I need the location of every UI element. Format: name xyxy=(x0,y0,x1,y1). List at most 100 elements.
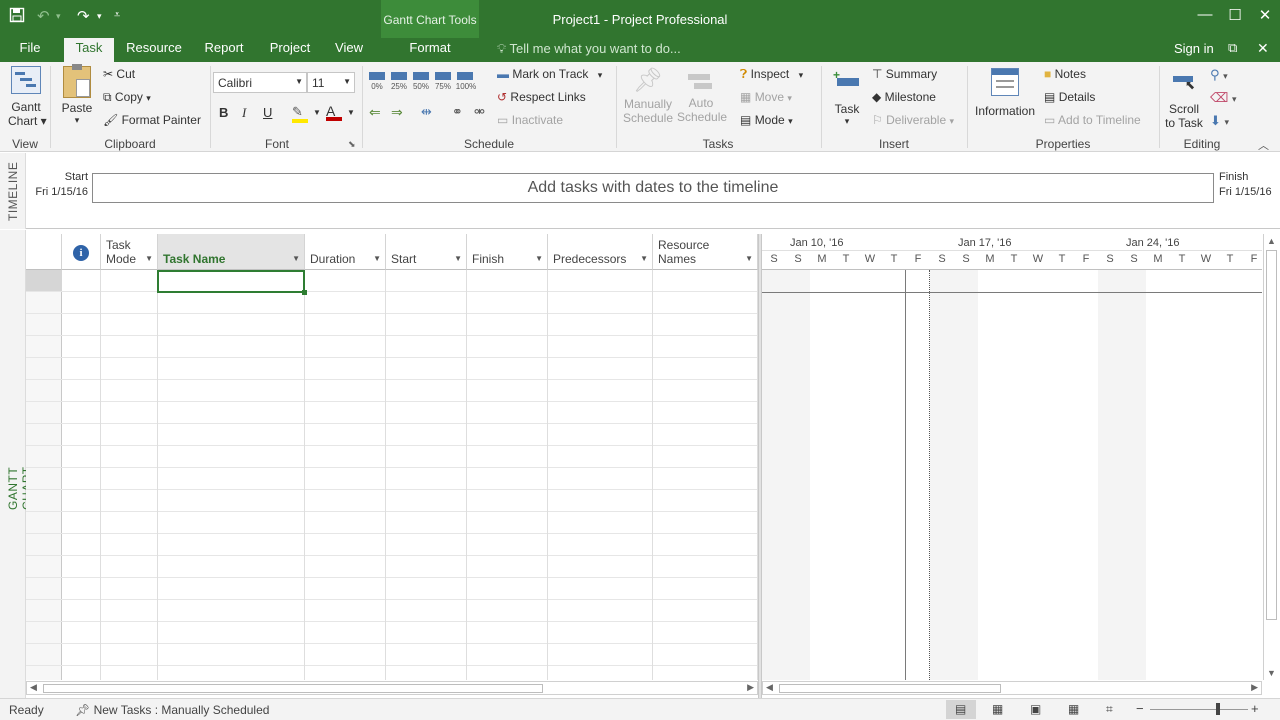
fill-handle[interactable] xyxy=(302,290,307,295)
move-button[interactable]: ▦ Move ▾ xyxy=(740,90,792,104)
milestone-button[interactable]: ◆ Milestone xyxy=(872,90,936,104)
cut-button[interactable]: ✂ Cut xyxy=(103,67,135,81)
collapse-ribbon-icon[interactable]: ︿ xyxy=(1258,137,1269,153)
table-row[interactable] xyxy=(26,402,758,424)
scroll-thumb[interactable] xyxy=(1266,250,1277,620)
zoom-slider-track[interactable] xyxy=(1150,709,1248,710)
close-button[interactable]: ✕ xyxy=(1250,6,1280,24)
chevron-down-icon[interactable]: ▼ xyxy=(745,254,753,263)
font-family-combo[interactable]: Calibri ▼ xyxy=(213,72,307,93)
column-header-start[interactable]: Start ▼ xyxy=(386,234,467,270)
table-row[interactable] xyxy=(26,292,758,314)
chevron-down-icon[interactable]: ▾ xyxy=(828,116,866,127)
column-header-duration[interactable]: Duration ▼ xyxy=(305,234,386,270)
indicators-column-header[interactable]: i xyxy=(62,234,101,270)
column-header-task-mode[interactable]: Task Mode ▼ xyxy=(101,234,158,270)
redo-dropdown-icon[interactable]: ▾ xyxy=(97,11,102,22)
scroll-left-icon[interactable]: ◀ xyxy=(30,682,37,693)
timeline-bar[interactable]: Add tasks with dates to the timeline xyxy=(92,173,1214,203)
close-document-icon[interactable]: ✕ xyxy=(1257,40,1269,57)
resource-sheet-icon[interactable]: ▦ xyxy=(1068,702,1079,716)
find-icon[interactable]: ⚲ ▾ xyxy=(1210,67,1228,83)
ribbon-display-options-icon[interactable]: ⧉ xyxy=(1228,40,1237,56)
active-cell-task-name[interactable] xyxy=(157,270,307,295)
font-size-combo[interactable]: 11 ▼ xyxy=(307,72,355,93)
table-row[interactable] xyxy=(26,314,758,336)
split-task-icon[interactable]: ⇹ xyxy=(421,104,432,120)
tab-view[interactable]: View xyxy=(326,38,372,62)
inspect-button[interactable]: ❓︎ Inspect ▾ xyxy=(740,67,803,82)
table-row[interactable] xyxy=(26,468,758,490)
zoom-out-icon[interactable]: − xyxy=(1136,701,1144,716)
fill-down-icon[interactable]: ⬇ ▾ xyxy=(1210,113,1229,129)
manually-schedule-button[interactable]: 📌︎ Manually Schedule xyxy=(620,66,676,125)
zoom-slider-thumb[interactable] xyxy=(1216,703,1220,715)
deliverable-button[interactable]: ⚐ Deliverable ▾ xyxy=(872,113,954,127)
percent-25-icon[interactable] xyxy=(391,72,407,80)
tab-format[interactable]: Format xyxy=(396,38,464,62)
chevron-down-icon[interactable]: ▼ xyxy=(313,108,321,117)
insert-task-button[interactable]: + Task ▾ xyxy=(828,66,866,127)
outdent-icon[interactable]: ⇐ xyxy=(369,104,381,121)
customize-qat-icon[interactable]: ⩡ xyxy=(114,9,120,22)
dialog-launcher-icon[interactable]: ⬊ xyxy=(348,139,356,150)
table-row[interactable] xyxy=(26,490,758,512)
mark-on-track-button[interactable]: ▬ Mark on Track ▾ xyxy=(497,67,602,81)
copy-button[interactable]: ⧉ Copy ▾ xyxy=(103,90,151,105)
bold-button[interactable]: B xyxy=(219,105,228,120)
scroll-up-icon[interactable]: ▲ xyxy=(1267,236,1276,246)
select-all-corner[interactable] xyxy=(26,234,62,270)
paste-button[interactable]: Paste ▾ xyxy=(59,64,95,126)
scroll-down-icon[interactable]: ▼ xyxy=(1267,668,1276,678)
indent-icon[interactable]: ⇒ xyxy=(391,104,403,121)
redo-icon[interactable]: ↷ xyxy=(77,7,90,25)
table-row[interactable] xyxy=(26,446,758,468)
table-row[interactable] xyxy=(26,578,758,600)
sign-in-link[interactable]: Sign in xyxy=(1174,41,1214,56)
chevron-down-icon[interactable]: ▼ xyxy=(347,108,355,117)
table-row[interactable] xyxy=(26,424,758,446)
chart-horizontal-scrollbar[interactable]: ◀ ▶ xyxy=(762,681,1262,695)
scroll-left-icon[interactable]: ◀ xyxy=(766,682,773,693)
zoom-in-icon[interactable]: + xyxy=(1251,701,1259,716)
chevron-down-icon[interactable]: ▼ xyxy=(535,254,543,263)
table-row[interactable] xyxy=(26,534,758,556)
tab-resource[interactable]: Resource xyxy=(122,38,186,62)
table-row[interactable] xyxy=(26,512,758,534)
reports-icon[interactable]: ⌗ xyxy=(1106,702,1113,717)
add-to-timeline-button[interactable]: ▭ Add to Timeline xyxy=(1044,113,1141,127)
chevron-down-icon[interactable]: ▼ xyxy=(292,254,300,263)
task-usage-icon[interactable]: ▦ xyxy=(992,702,1003,716)
column-header-task-name[interactable]: Task Name ▼ xyxy=(158,234,305,270)
highlight-color-button[interactable]: ✎ xyxy=(292,104,308,123)
chevron-down-icon[interactable]: ▼ xyxy=(373,254,381,263)
clear-icon[interactable]: ⌫ ▾ xyxy=(1210,90,1237,106)
table-horizontal-scrollbar[interactable]: ◀ ▶ xyxy=(26,681,758,695)
undo-dropdown-icon[interactable]: ▾ xyxy=(56,11,61,22)
auto-schedule-button[interactable]: Auto Schedule xyxy=(677,66,727,124)
gantt-view-icon[interactable]: ▤ xyxy=(955,702,966,716)
undo-icon[interactable]: ↶ xyxy=(37,7,50,25)
chevron-down-icon[interactable]: ▾ xyxy=(598,70,603,80)
notes-button[interactable]: ■ Notes xyxy=(1044,67,1086,81)
scroll-right-icon[interactable]: ▶ xyxy=(747,682,754,693)
column-header-predecessors[interactable]: Predecessors ▼ xyxy=(548,234,653,270)
scroll-right-icon[interactable]: ▶ xyxy=(1251,682,1258,693)
tab-report[interactable]: Report xyxy=(196,38,252,62)
table-row[interactable] xyxy=(26,380,758,402)
link-tasks-icon[interactable]: ⚭ xyxy=(452,104,463,120)
copy-dropdown-icon[interactable]: ▾ xyxy=(146,93,151,103)
chevron-down-icon[interactable]: ▼ xyxy=(640,254,648,263)
scroll-to-task-button[interactable]: ⬉ Scroll to Task xyxy=(1162,66,1206,130)
table-row[interactable] xyxy=(26,270,758,292)
table-row[interactable] xyxy=(26,600,758,622)
information-button[interactable]: Information xyxy=(972,66,1038,118)
percent-0-icon[interactable] xyxy=(369,72,385,80)
respect-links-button[interactable]: ↺ Respect Links xyxy=(497,90,586,104)
minimize-button[interactable]: — xyxy=(1190,6,1220,23)
table-row[interactable] xyxy=(26,644,758,666)
tab-project[interactable]: Project xyxy=(262,38,318,62)
percent-50-icon[interactable] xyxy=(413,72,429,80)
column-header-finish[interactable]: Finish ▼ xyxy=(467,234,548,270)
table-row[interactable] xyxy=(26,358,758,380)
